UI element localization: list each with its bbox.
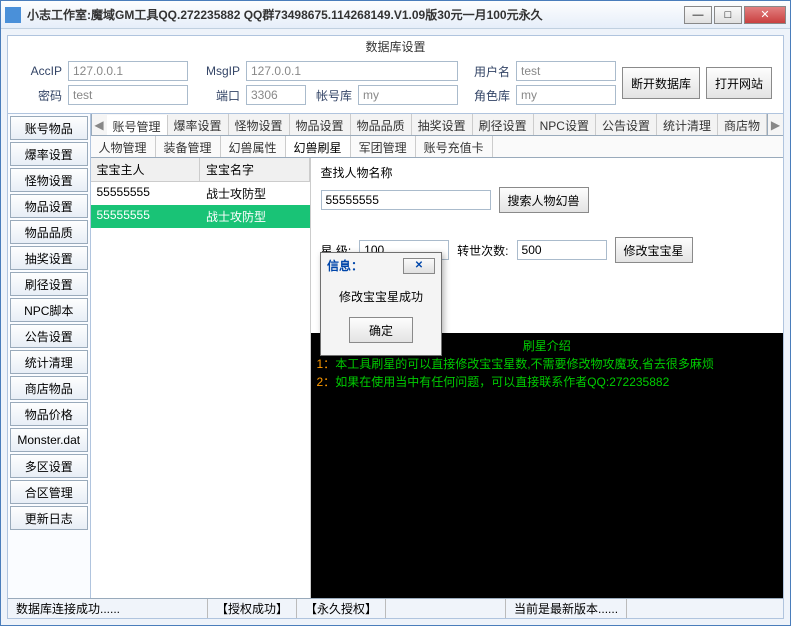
- website-button[interactable]: 打开网站: [706, 67, 772, 99]
- sidebar-item-11[interactable]: 物品价格: [10, 402, 88, 426]
- subtab-1[interactable]: 装备管理: [156, 136, 221, 157]
- titlebar: 小志工作室:魔域GM工具QQ.272235882 QQ群73498675.114…: [1, 1, 790, 29]
- sidebar-item-7[interactable]: NPC脚本: [10, 298, 88, 322]
- sidebar-item-10[interactable]: 商店物品: [10, 376, 88, 400]
- pwd-label: 密码: [16, 87, 62, 104]
- tab-2[interactable]: 怪物设置: [229, 114, 290, 135]
- search-input[interactable]: [321, 190, 491, 210]
- sidebar-item-6[interactable]: 刷径设置: [10, 272, 88, 296]
- window-title: 小志工作室:魔域GM工具QQ.272235882 QQ群73498675.114…: [27, 6, 684, 23]
- status-version: 当前是最新版本......: [506, 599, 627, 618]
- content-area: ◀账号管理爆率设置怪物设置物品设置物品品质抽奖设置刷径设置NPC设置公告设置统计…: [91, 114, 784, 598]
- subtab-3[interactable]: 幻兽刷星: [286, 136, 351, 157]
- dialog-ok-button[interactable]: 确定: [349, 317, 413, 343]
- status-db: 数据库连接成功......: [8, 599, 208, 618]
- work-area: 宝宝主人 宝宝名字 55555555战士攻防型55555555战士攻防型 查找人…: [91, 158, 784, 598]
- dialog-title: 信息：: [327, 257, 363, 274]
- subtab-0[interactable]: 人物管理: [91, 136, 156, 157]
- sidebar-item-4[interactable]: 物品品质: [10, 220, 88, 244]
- tab-8[interactable]: 公告设置: [596, 114, 657, 135]
- accip-input[interactable]: [68, 61, 188, 81]
- roledb-input[interactable]: [516, 85, 616, 105]
- status-bar: 数据库连接成功...... 【授权成功】 【永久授权】 当前是最新版本.....…: [8, 598, 783, 618]
- msgip-input[interactable]: [246, 61, 458, 81]
- app-icon: [5, 7, 21, 23]
- rebirth-label: 转世次数:: [457, 242, 508, 259]
- port-label: 端口: [194, 87, 240, 104]
- maximize-button[interactable]: □: [714, 6, 742, 24]
- console-output: 刷星介绍 1：本工具刷星的可以直接修改宝宝星数,不需要修改物攻魔攻,省去很多麻烦…: [311, 333, 784, 598]
- col-name: 宝宝名字: [200, 158, 310, 181]
- rebirth-input[interactable]: [517, 240, 607, 260]
- list-row[interactable]: 55555555战士攻防型: [91, 205, 310, 228]
- tab-0[interactable]: 账号管理: [107, 115, 168, 136]
- disconnect-button[interactable]: 断开数据库: [622, 67, 700, 99]
- acctdb-label: 帐号库: [312, 87, 352, 104]
- status-auth: 【授权成功】: [208, 599, 297, 618]
- sidebar-item-15[interactable]: 更新日志: [10, 506, 88, 530]
- sidebar-item-3[interactable]: 物品设置: [10, 194, 88, 218]
- sidebar: 账号物品爆率设置怪物设置物品设置物品品质抽奖设置刷径设置NPC脚本公告设置统计清…: [8, 114, 91, 598]
- sidebar-item-13[interactable]: 多区设置: [10, 454, 88, 478]
- dialog-close-button[interactable]: ✕: [403, 258, 435, 274]
- connection-form: AccIP MsgIP 用户名 断开数据库 打开网站 密码 端口 帐号库 角色库: [8, 57, 783, 113]
- tab-3[interactable]: 物品设置: [290, 114, 351, 135]
- acctdb-input[interactable]: [358, 85, 458, 105]
- port-input[interactable]: [246, 85, 306, 105]
- tab-scroll-right[interactable]: ▶: [767, 114, 783, 135]
- sidebar-item-14[interactable]: 合区管理: [10, 480, 88, 504]
- right-pane: 查找人物名称 搜索人物幻兽 星 级: 转世次数: 修改宝宝星: [311, 158, 784, 598]
- tab-9[interactable]: 统计清理: [657, 114, 718, 135]
- subtab-4[interactable]: 军团管理: [351, 136, 416, 157]
- sidebar-item-1[interactable]: 爆率设置: [10, 142, 88, 166]
- sidebar-item-12[interactable]: Monster.dat: [10, 428, 88, 452]
- subtab-2[interactable]: 幻兽属性: [221, 136, 286, 157]
- status-license: 【永久授权】: [297, 599, 386, 618]
- msgip-label: MsgIP: [194, 64, 240, 78]
- sidebar-item-2[interactable]: 怪物设置: [10, 168, 88, 192]
- top-tabs: ◀账号管理爆率设置怪物设置物品设置物品品质抽奖设置刷径设置NPC设置公告设置统计…: [91, 114, 784, 136]
- tab-5[interactable]: 抽奖设置: [412, 114, 473, 135]
- tab-1[interactable]: 爆率设置: [168, 114, 229, 135]
- minimize-button[interactable]: —: [684, 6, 712, 24]
- tab-4[interactable]: 物品品质: [351, 114, 412, 135]
- sidebar-item-5[interactable]: 抽奖设置: [10, 246, 88, 270]
- sidebar-item-0[interactable]: 账号物品: [10, 116, 88, 140]
- groupbox-label: 数据库设置: [8, 36, 783, 57]
- sidebar-item-9[interactable]: 统计清理: [10, 350, 88, 374]
- tab-7[interactable]: NPC设置: [534, 114, 596, 135]
- subtab-5[interactable]: 账号充值卡: [416, 136, 493, 157]
- roledb-label: 角色库: [464, 87, 510, 104]
- list-header: 宝宝主人 宝宝名字: [91, 158, 310, 182]
- pet-list: 宝宝主人 宝宝名字 55555555战士攻防型55555555战士攻防型: [91, 158, 311, 598]
- dialog-message: 修改宝宝星成功: [329, 288, 433, 305]
- search-label: 查找人物名称: [321, 164, 774, 181]
- sub-tabs: 人物管理装备管理幻兽属性幻兽刷星军团管理账号充值卡: [91, 136, 784, 158]
- pwd-input[interactable]: [68, 85, 188, 105]
- search-button[interactable]: 搜索人物幻兽: [499, 187, 589, 213]
- app-window: 小志工作室:魔域GM工具QQ.272235882 QQ群73498675.114…: [0, 0, 791, 626]
- tab-scroll-left[interactable]: ◀: [91, 114, 107, 135]
- list-row[interactable]: 55555555战士攻防型: [91, 182, 310, 205]
- tab-6[interactable]: 刷径设置: [473, 114, 534, 135]
- user-label: 用户名: [464, 63, 510, 80]
- tab-10[interactable]: 商店物: [718, 114, 767, 135]
- modify-star-button[interactable]: 修改宝宝星: [615, 237, 693, 263]
- sidebar-item-8[interactable]: 公告设置: [10, 324, 88, 348]
- close-button[interactable]: ✕: [744, 6, 786, 24]
- accip-label: AccIP: [16, 64, 62, 78]
- user-input[interactable]: [516, 61, 616, 81]
- col-owner: 宝宝主人: [91, 158, 201, 181]
- info-dialog: 信息： ✕ 修改宝宝星成功 确定: [320, 252, 442, 356]
